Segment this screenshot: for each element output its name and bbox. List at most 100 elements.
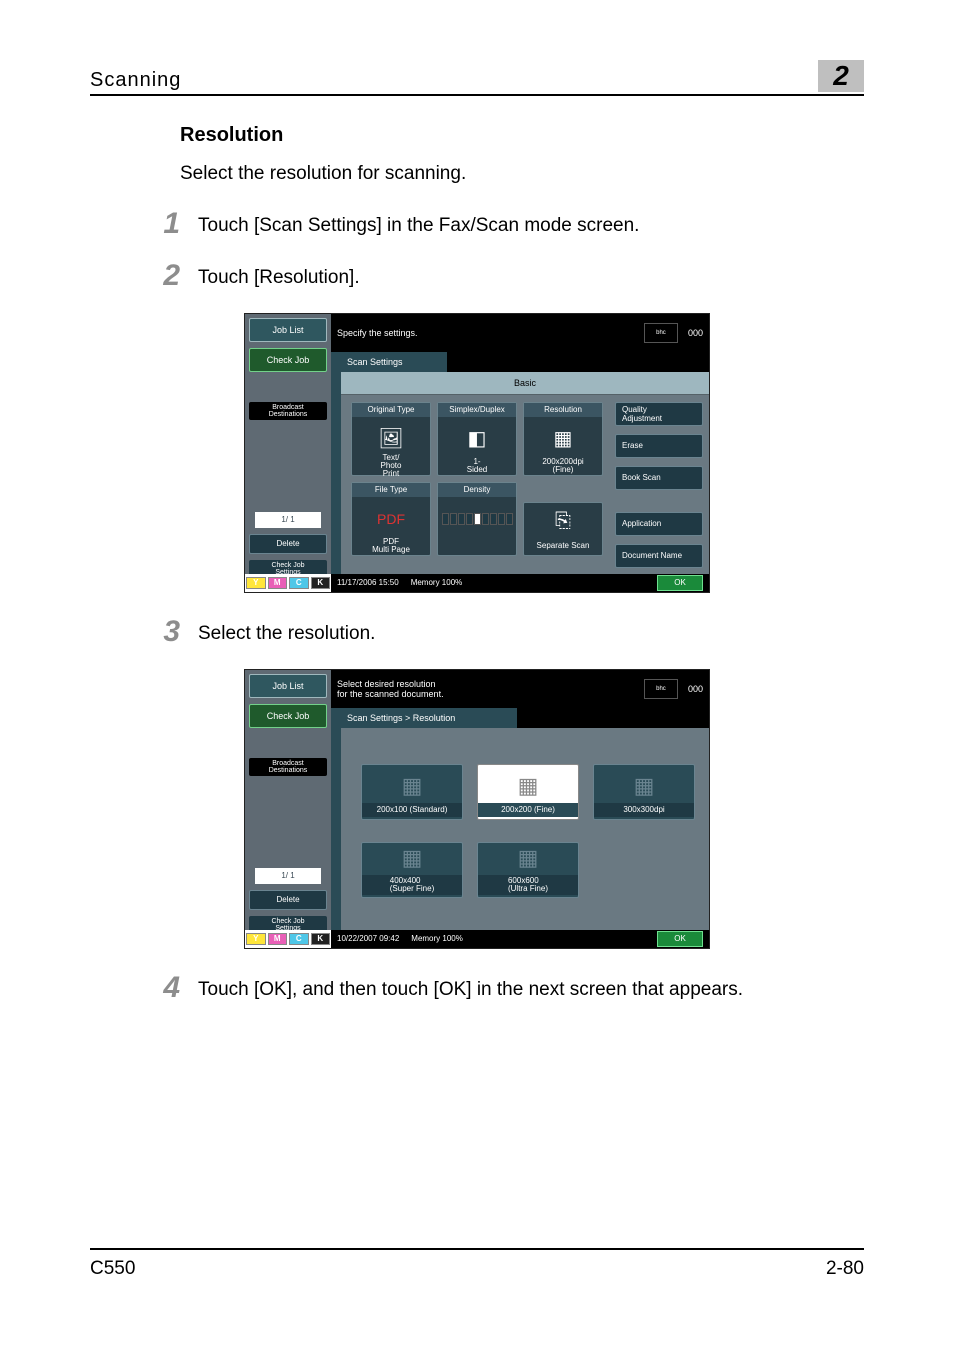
step-3: 3 Select the resolution. [144,617,864,647]
section-title: Resolution [180,124,864,147]
prompt-text: Specify the settings. [337,328,644,338]
status-bar: 11/17/2006 15:50 Memory 100% OK [331,574,709,592]
toner-y: Y [246,933,266,945]
check-job-button[interactable]: Check Job [249,704,327,728]
grid-icon: ▦ [402,773,423,799]
memory-status: Memory 100% [411,578,463,587]
screenshot-scan-settings: Job List Check Job Broadcast Destination… [244,313,710,593]
scan-settings-tab[interactable]: Scan Settings [341,352,447,372]
step-1: 1 Touch [Scan Settings] in the Fax/Scan … [144,209,864,239]
cell-label: Original Type [352,403,430,417]
section-name: Scanning [90,69,818,92]
toner-y: Y [246,577,266,589]
document-name-button[interactable]: Document Name [615,544,703,568]
page-indicator: 1/ 1 [255,868,321,884]
pdf-icon: PDF [352,497,430,541]
res-200x100-button[interactable]: ▦ 200x100 (Standard) [361,764,463,820]
step-text: Touch [Scan Settings] in the Fax/Scan mo… [198,209,639,237]
original-type-button[interactable]: Original Type 🖼 Text/ Photo Print [351,402,431,476]
cell-value: Separate Scan [524,537,602,555]
cell-value: PDF Multi Page [352,537,430,555]
book-scan-button[interactable]: Book Scan [615,466,703,490]
grid-icon: ▦ [634,773,655,799]
res-400x400-button[interactable]: ▦ 400x400 (Super Fine) [361,842,463,898]
cell-label: Resolution [524,403,602,417]
res-label: 600x600 (Ultra Fine) [478,875,578,895]
res-200x200-button[interactable]: ▦ 200x200 (Fine) [477,764,579,820]
res-label: 200x100 (Standard) [362,803,462,817]
res-label: 200x200 (Fine) [478,803,578,817]
grid-icon: ▦ [518,845,539,871]
page-indicator: 1/ 1 [255,512,321,528]
basic-tab[interactable]: Basic [341,372,709,395]
settings-body: Basic Original Type 🖼 Text/ Photo Print … [341,372,709,574]
counter: 000 [688,328,703,338]
quality-adjustment-button[interactable]: Quality Adjustment [615,402,703,426]
breadcrumb-tab: Scan Settings > Resolution [341,708,517,728]
grid-icon: ▦ [524,417,602,461]
intro-paragraph: Select the resolution for scanning. [180,161,864,187]
tab-rail [331,708,341,930]
status-bar: 10/22/2007 09:42 Memory 100% OK [331,930,709,948]
delete-button[interactable]: Delete [249,890,327,910]
erase-button[interactable]: Erase [615,434,703,458]
res-600x600-button[interactable]: ▦ 600x600 (Ultra Fine) [477,842,579,898]
broadcast-destinations-label: Broadcast Destinations [249,402,327,420]
step-text: Touch [OK], and then touch [OK] in the n… [198,973,743,1001]
cell-label: Density [438,483,516,497]
toner-indicators: Y M C K [245,930,331,948]
res-label: 300x300dpi [594,803,694,817]
resolution-body: ▦ 200x100 (Standard) ▦ 200x200 (Fine) ▦ 300… [341,728,709,930]
footer-page: 2-80 [826,1258,864,1280]
right-panel: Quality Adjustment Erase Book Scan Appli… [615,402,703,576]
screen-header: Select desired resolution for the scanne… [331,670,709,708]
chapter-number: 2 [818,60,864,92]
toner-k: K [311,577,331,589]
cell-value: 200x200dpi (Fine) [524,457,602,475]
page-footer: C550 2-80 [90,1248,864,1280]
sidebar: Job List Check Job Broadcast Destination… [245,670,331,930]
job-list-button[interactable]: Job List [249,674,327,698]
step-4: 4 Touch [OK], and then touch [OK] in the… [144,973,864,1003]
ok-button[interactable]: OK [657,575,703,591]
separate-scan-icon: ⎘ [524,503,602,541]
brand-logo: bhc [644,323,678,343]
job-list-button[interactable]: Job List [249,318,327,342]
delete-button[interactable]: Delete [249,534,327,554]
cell-label: File Type [352,483,430,497]
application-button[interactable]: Application [615,512,703,536]
res-label: 400x400 (Super Fine) [362,875,462,895]
grid-icon: ▦ [518,773,539,799]
page-header: Scanning 2 [90,60,864,96]
simplex-duplex-button[interactable]: Simplex/Duplex ◧ 1- Sided [437,402,517,476]
separate-scan-button[interactable]: ⎘ Separate Scan [523,502,603,556]
density-button[interactable]: Density [437,482,517,556]
step-number: 4 [144,973,180,1003]
step-text: Touch [Resolution]. [198,261,360,289]
ok-button[interactable]: OK [657,931,703,947]
res-300x300-button[interactable]: ▦ 300x300dpi [593,764,695,820]
datetime: 11/17/2006 15:50 [337,578,399,587]
resolution-button[interactable]: Resolution ▦ 200x200dpi (Fine) [523,402,603,476]
toner-indicators: Y M C K [245,574,331,592]
grid-icon: ▦ [402,845,423,871]
step-number: 1 [144,209,180,239]
step-2: 2 Touch [Resolution]. [144,261,864,291]
toner-m: M [268,577,288,589]
step-number: 2 [144,261,180,291]
file-type-button[interactable]: File Type PDF PDF Multi Page [351,482,431,556]
toner-c: C [289,577,309,589]
screen-header: Specify the settings. bhc 000 [331,314,709,352]
counter: 000 [688,684,703,694]
prompt-text: Select desired resolution for the scanne… [337,679,644,699]
toner-k: K [311,933,331,945]
step-text: Select the resolution. [198,617,375,645]
check-job-button[interactable]: Check Job [249,348,327,372]
page-icon: ◧ [438,417,516,461]
cell-value: 1- Sided [438,457,516,475]
cell-value: Text/ Photo Print [352,457,430,475]
broadcast-destinations-label: Broadcast Destinations [249,758,327,776]
tab-rail [331,352,341,574]
density-slider [438,497,516,541]
toner-m: M [268,933,288,945]
